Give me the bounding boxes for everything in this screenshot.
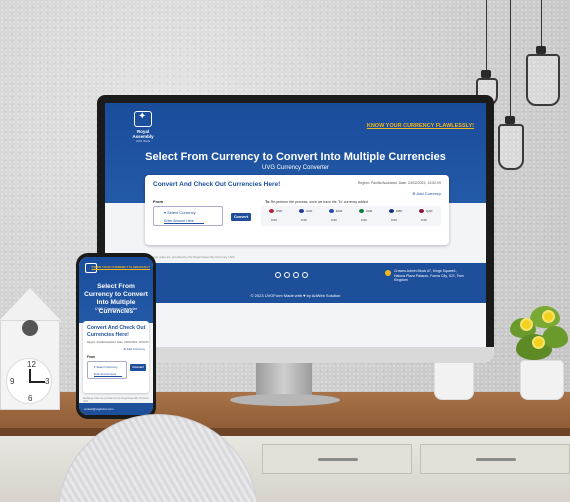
royal-assembly-logo[interactable]: Royal Assembly UVG Tools	[127, 111, 159, 143]
plant-pot	[520, 360, 564, 400]
to-label: To Re-perform the process, once we have …	[265, 199, 368, 204]
desk-edge	[0, 428, 570, 436]
disclaimer: Exchange rates are provided by the Royal…	[145, 255, 235, 259]
phone-footer: contact@uvgforms.com	[79, 403, 153, 415]
card-title: Convert And Check Out Currencies Here!	[153, 181, 281, 188]
rate-value: 0.00	[331, 218, 337, 222]
monitor-base	[230, 394, 340, 406]
flower-icon	[522, 320, 531, 329]
amount-input[interactable]: Enter Amount Here	[164, 219, 204, 224]
desk-drawer	[262, 444, 412, 474]
monitor-stand	[256, 363, 312, 398]
social-links	[275, 272, 308, 278]
phone-subtitle: UVG Currency Converter	[94, 307, 138, 311]
smartphone: KNOW YOUR CURRENCY FLAWLESSLY! Select Fr…	[76, 253, 156, 419]
rate-value: 0.00	[421, 218, 427, 222]
plant-leaf	[542, 326, 568, 348]
page-title: Select From Currency to Convert Into Mul…	[145, 151, 446, 163]
phone-region-date: Region: Pacific/Auckland, Date: 24/02/20…	[87, 341, 149, 344]
facebook-icon[interactable]	[275, 272, 281, 278]
lamp-cap	[505, 116, 515, 124]
convert-button[interactable]: Convert	[231, 213, 251, 221]
clock-icon: 12 3 6 9	[6, 358, 52, 404]
site-footer: ...com Crowns Admin Block #7, Kings Squa…	[105, 263, 486, 303]
flag-icon	[359, 209, 364, 213]
monitor-chin	[97, 347, 494, 363]
lamp-cap	[481, 70, 491, 78]
select-currency-dropdown[interactable]: ▾ Select Currency	[164, 210, 196, 215]
flag-icon	[269, 209, 274, 213]
lamp-cord	[541, 0, 542, 48]
rate-code: ZAR	[366, 209, 372, 213]
rates-panel: USD 0.00 AUD 0.00 EUR 0.00 ZAR 0.00 GBP …	[261, 206, 441, 226]
rate-item: EUR 0.00	[321, 206, 351, 226]
lamp-cord	[486, 0, 487, 72]
footer-address: Crowns Admin Block #7, Kings Square1, Ha…	[385, 269, 466, 283]
phone-converter-card: Convert And Check Out Currencies Here! R…	[83, 321, 149, 393]
rate-value: 0.00	[391, 218, 397, 222]
lamp-cap	[536, 46, 546, 54]
phone-screen: KNOW YOUR CURRENCY FLAWLESSLY! Select Fr…	[79, 257, 153, 415]
rate-item: GBP 0.00	[381, 206, 411, 226]
rate-value: 0.00	[301, 218, 307, 222]
flag-icon	[329, 209, 334, 213]
clock-hole	[22, 320, 38, 336]
flower-icon	[534, 338, 543, 347]
rate-code: GBP	[396, 209, 403, 213]
linkedin-icon[interactable]	[302, 272, 308, 278]
phone-card-title: Convert And Check Out Currencies Here!	[87, 325, 146, 338]
phone-add-currency-button[interactable]: ⊕ Add Currency	[123, 347, 145, 351]
phone-hero-link[interactable]: KNOW YOUR CURRENCY FLAWLESSLY!	[92, 265, 150, 269]
rate-item: AUD 0.00	[291, 206, 321, 226]
page-subtitle: UVG Currency Converter	[261, 165, 330, 171]
twitter-icon[interactable]	[284, 272, 290, 278]
instagram-icon[interactable]	[293, 272, 299, 278]
hero-link[interactable]: KNOW YOUR CURRENCY FLAWLESSLY!	[367, 123, 474, 129]
region-date: Region: Pacific/Auckland, Date: 24/02/20…	[357, 181, 441, 185]
phone-from-label: From	[87, 355, 95, 359]
crest-icon	[134, 111, 152, 127]
lamp-cord	[510, 0, 511, 118]
monitor-screen: Royal Assembly UVG Tools KNOW YOUR CURRE…	[105, 103, 486, 347]
flag-icon	[419, 209, 424, 213]
clock-roof	[0, 288, 62, 322]
flag-icon	[389, 209, 394, 213]
phone-hero: KNOW YOUR CURRENCY FLAWLESSLY! Select Fr…	[79, 257, 153, 323]
rate-code: AUD	[306, 209, 313, 213]
rate-value: 0.00	[271, 218, 277, 222]
desk-drawer	[420, 444, 570, 474]
phone-from-group: ▾ Select Currency Enter Amount Here	[87, 361, 127, 379]
rate-code: QAR	[426, 209, 433, 213]
flower-icon	[544, 312, 553, 321]
pendant-lamp-icon	[526, 54, 560, 106]
rate-item: QAR 0.00	[411, 206, 441, 226]
rate-item: ZAR 0.00	[351, 206, 381, 226]
rate-code: EUR	[336, 209, 343, 213]
phone-convert-button[interactable]: Convert	[130, 364, 146, 371]
copyright: © 2023 UVGForm Made with ♥ by AdWeb Solu…	[250, 293, 341, 298]
phone-select-currency-dropdown[interactable]: ▾ Select Currency	[94, 365, 118, 369]
from-currency-group: ▾ Select Currency Enter Amount Here	[153, 206, 223, 226]
rate-code: USD	[276, 209, 283, 213]
flag-icon	[299, 209, 304, 213]
rate-value: 0.00	[361, 218, 367, 222]
monitor: Royal Assembly UVG Tools KNOW YOUR CURRE…	[97, 95, 494, 363]
phone-email-link[interactable]: contact@uvgforms.com	[84, 407, 113, 411]
rate-item: USD 0.00	[261, 206, 291, 226]
pendant-lamp-icon	[498, 124, 524, 170]
add-currency-button[interactable]: ⊕ Add Currency	[412, 191, 441, 196]
converter-card: Convert And Check Out Currencies Here! R…	[145, 175, 449, 245]
phone-amount-input[interactable]: Enter Amount Here	[94, 373, 122, 377]
from-label: From	[153, 199, 163, 204]
